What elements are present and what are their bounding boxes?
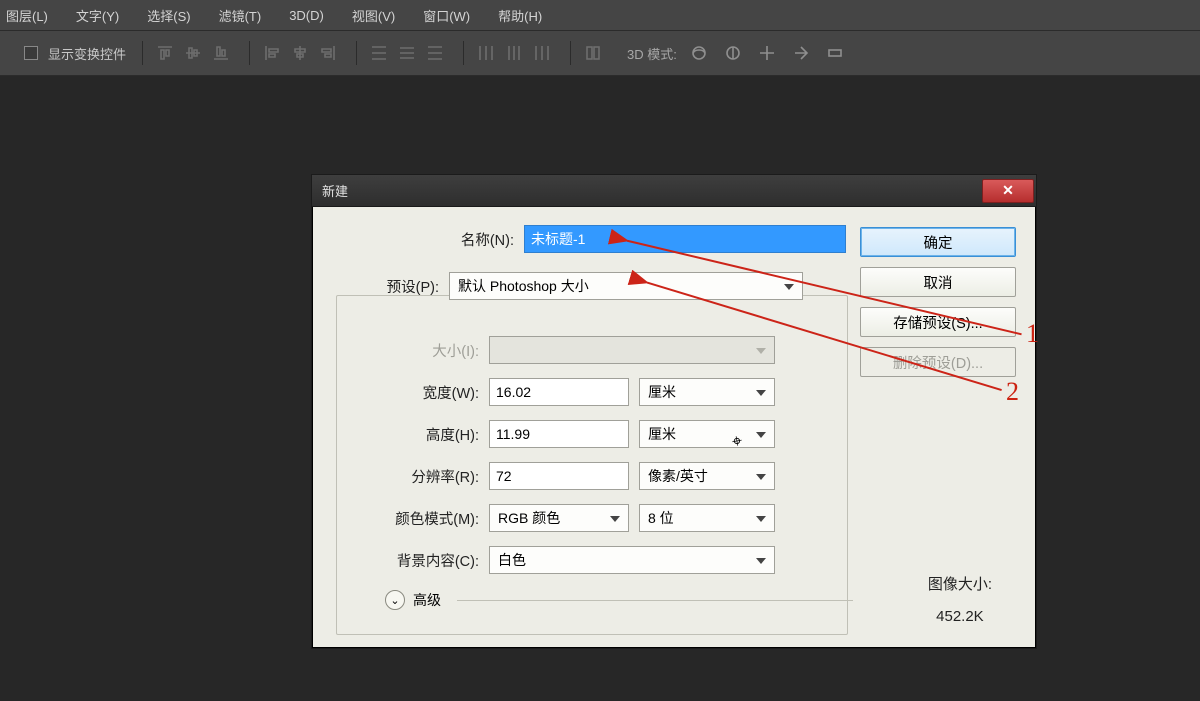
align-right-icon[interactable] [316,41,340,65]
background-dropdown[interactable]: 白色 [489,546,775,574]
delete-preset-button: 删除预设(D)... [860,347,1016,377]
color-mode-dropdown[interactable]: RGB 颜色 [489,504,629,532]
menu-filter[interactable]: 滤镜(T) [219,6,262,25]
width-unit-value: 厘米 [648,384,676,400]
show-transform-checkbox[interactable] [24,46,38,60]
preset-value: 默认 Photoshop 大小 [458,278,589,294]
preset-dropdown[interactable]: 默认 Photoshop 大小 [449,272,803,300]
menu-layer[interactable]: 图层(L) [6,6,48,25]
color-depth-dropdown[interactable]: 8 位 [639,504,775,532]
cancel-button[interactable]: 取消 [860,267,1016,297]
resolution-label: 分辨率(R): [347,466,489,487]
dist-vcenter-icon[interactable] [395,41,419,65]
color-mode-value: RGB 颜色 [498,510,560,526]
distribute-group-1 [356,41,447,65]
3d-slide-icon[interactable] [789,41,813,65]
preset-fieldset: 预设(P): 默认 Photoshop 大小 大小(I): 宽度(W): [336,295,848,635]
size-dropdown [489,336,775,364]
name-label: 名称(N): [332,229,524,250]
align-group-1 [142,41,233,65]
3d-orbit-icon[interactable] [687,41,711,65]
close-button[interactable]: ✕ [982,179,1034,203]
preset-label: 预设(P): [331,276,449,297]
dist-hcenter-icon[interactable] [502,41,526,65]
save-preset-button[interactable]: 存储预设(S)... [860,307,1016,337]
dist-left-icon[interactable] [474,41,498,65]
distribute-group-2 [463,41,554,65]
dialog-title: 新建 [322,181,348,200]
3d-scale-icon[interactable] [823,41,847,65]
width-unit-dropdown[interactable]: 厘米 [639,378,775,406]
chevron-down-icon: ⌄ [385,590,405,610]
align-bottom-icon[interactable] [209,41,233,65]
dist-bottom-icon[interactable] [423,41,447,65]
dist-top-icon[interactable] [367,41,391,65]
width-label: 宽度(W): [347,382,489,403]
options-bar: 显示变换控件 3D 模式: [0,30,1200,76]
3d-mode-label: 3D 模式: [627,44,677,63]
resolution-unit-dropdown[interactable]: 像素/英寸 [639,462,775,490]
dialog-titlebar[interactable]: 新建 ✕ [312,175,1036,207]
color-depth-value: 8 位 [648,510,674,526]
height-label: 高度(H): [347,424,489,445]
menu-window[interactable]: 窗口(W) [423,6,470,25]
dialog-body: 名称(N): 预设(P): 默认 Photoshop 大小 大小(I): [312,207,1036,648]
name-input[interactable] [524,225,846,253]
align-group-2 [249,41,340,65]
auto-align-group [570,41,605,65]
3d-roll-icon[interactable] [721,41,745,65]
3d-pan-icon[interactable] [755,41,779,65]
size-label: 大小(I): [347,340,489,361]
align-top-icon[interactable] [153,41,177,65]
menu-bar: 图层(L) 文字(Y) 选择(S) 滤镜(T) 3D(D) 视图(V) 窗口(W… [0,0,1200,30]
align-hcenter-icon[interactable] [288,41,312,65]
width-input[interactable] [489,378,629,406]
dialog-buttons: 确定 取消 存储预设(S)... 删除预设(D)... [860,227,1016,377]
show-transform-label: 显示变换控件 [48,44,126,63]
image-size-label: 图像大小: [928,573,992,594]
image-size-block: 图像大小: 452.2K [928,573,992,625]
close-icon: ✕ [1002,182,1014,199]
height-unit-value: 厘米 [648,426,676,442]
photoshop-window: 图层(L) 文字(Y) 选择(S) 滤镜(T) 3D(D) 视图(V) 窗口(W… [0,0,1200,701]
menu-help[interactable]: 帮助(H) [498,6,542,25]
image-size-value: 452.2K [928,608,992,625]
new-document-dialog: 新建 ✕ 名称(N): 预设(P): 默认 Photoshop 大小 [311,174,1037,649]
align-vcenter-icon[interactable] [181,41,205,65]
menu-3d[interactable]: 3D(D) [289,8,324,23]
align-left-icon[interactable] [260,41,284,65]
advanced-toggle[interactable]: ⌄ 高级 [385,590,853,610]
menu-type[interactable]: 文字(Y) [76,6,119,25]
menu-select[interactable]: 选择(S) [147,6,190,25]
background-label: 背景内容(C): [347,550,489,571]
advanced-label: 高级 [413,590,441,610]
advanced-divider [457,600,853,601]
resolution-unit-value: 像素/英寸 [648,468,708,484]
menu-view[interactable]: 视图(V) [352,6,395,25]
background-value: 白色 [498,552,526,568]
height-input[interactable] [489,420,629,448]
resolution-input[interactable] [489,462,629,490]
dist-right-icon[interactable] [530,41,554,65]
color-mode-label: 颜色模式(M): [347,508,489,529]
ok-button[interactable]: 确定 [860,227,1016,257]
height-unit-dropdown[interactable]: 厘米 [639,420,775,448]
auto-align-icon[interactable] [581,41,605,65]
